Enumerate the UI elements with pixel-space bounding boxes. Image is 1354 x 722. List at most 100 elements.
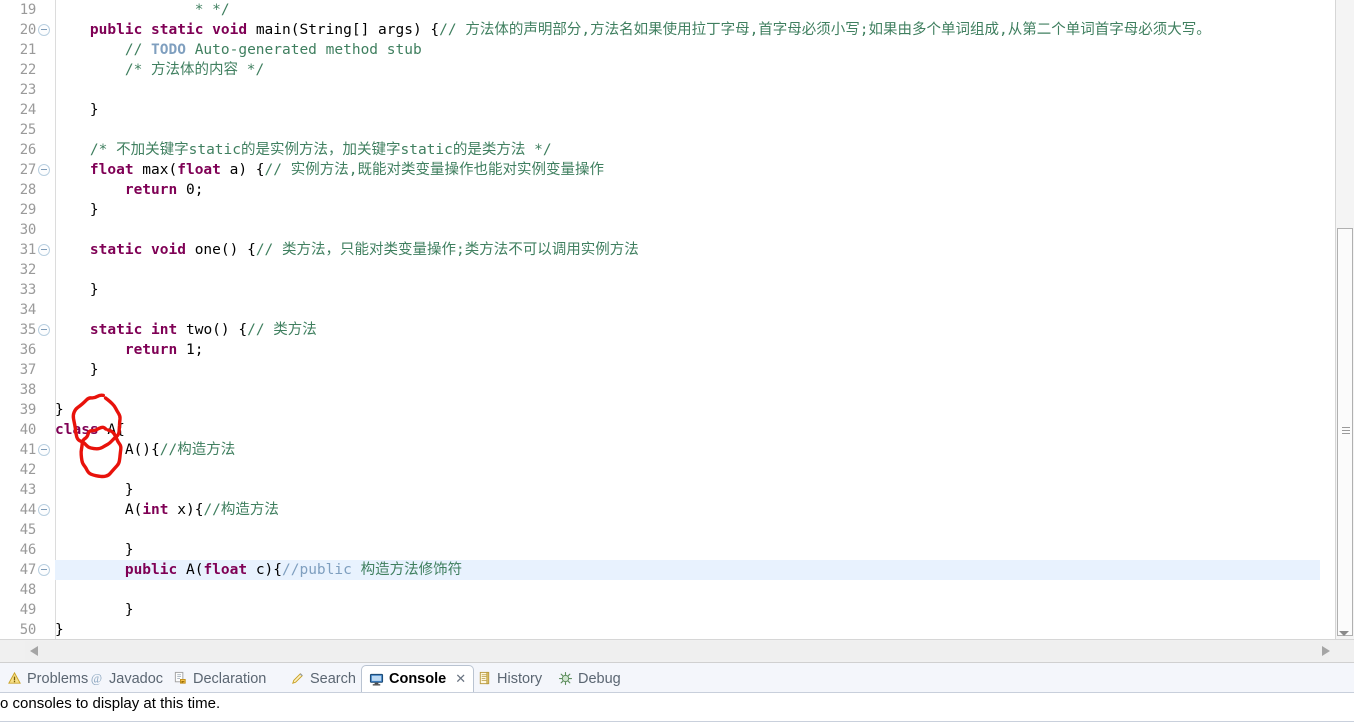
line-number: 29 <box>19 202 37 218</box>
line-number: 39 <box>19 402 37 418</box>
code-line[interactable]: 46 } <box>0 540 1354 560</box>
code-line[interactable]: 19 * */ <box>0 0 1354 20</box>
code-line[interactable]: 22 /* 方法体的内容 */ <box>0 60 1354 80</box>
tab-javadoc[interactable]: @ Javadoc <box>82 665 170 692</box>
code-token-plain: } <box>124 602 134 618</box>
line-number: 46 <box>19 542 37 558</box>
code-token-kw: void <box>212 22 248 38</box>
code-line-text: // TODO Auto-generated method stub <box>55 40 422 60</box>
code-line[interactable]: 36 return 1; <box>0 340 1354 360</box>
editor-horizontal-scrollbar[interactable] <box>0 639 1354 663</box>
code-line[interactable]: 40 class A{ <box>0 420 1354 440</box>
code-fold-collapse-icon[interactable] <box>38 444 50 456</box>
view-tab-bar[interactable]: Problems @ Javadoc Declaration Search Console… <box>0 663 1354 693</box>
code-token-cmt2: //public <box>282 562 352 578</box>
code-line[interactable]: 44 A(int x){//构造方法 <box>0 500 1354 520</box>
tab-declaration[interactable]: Declaration <box>166 665 273 692</box>
code-fold-collapse-icon[interactable] <box>38 244 50 256</box>
tab-history[interactable]: History <box>470 665 549 692</box>
code-token-kw: return <box>124 342 178 358</box>
code-line[interactable]: 21 // TODO Auto-generated method stub <box>0 40 1354 60</box>
code-token-kw: float <box>203 562 248 578</box>
code-token-cmt: Auto-generated method stub <box>185 42 422 58</box>
line-number: 43 <box>19 482 37 498</box>
code-line[interactable]: 42 <box>0 460 1354 480</box>
code-surface[interactable]: 19 * */20 public static void main(String… <box>0 0 1354 639</box>
code-fold-collapse-icon[interactable] <box>38 24 50 36</box>
scroll-right-arrow-icon[interactable] <box>1322 646 1330 656</box>
code-line[interactable]: 35 static int two() {// 类方法 <box>0 320 1354 340</box>
code-line[interactable]: 30 <box>0 220 1354 240</box>
javadoc-icon: @ <box>89 671 104 686</box>
code-line[interactable]: 32 <box>0 260 1354 280</box>
tab-debug[interactable]: Debug <box>551 665 628 692</box>
code-token-kw: public <box>89 22 143 38</box>
code-line[interactable]: 43 } <box>0 480 1354 500</box>
code-line-text: * */ <box>55 0 230 20</box>
code-token-plain: } <box>89 282 99 298</box>
code-token-plain: } <box>55 622 64 638</box>
line-number: 22 <box>19 62 37 78</box>
code-line[interactable]: 49 } <box>0 600 1354 620</box>
code-line[interactable]: 33 } <box>0 280 1354 300</box>
tab-label: Console <box>389 671 447 687</box>
code-token-plain: } <box>124 542 134 558</box>
code-line-text: A(int x){//构造方法 <box>55 500 279 520</box>
code-token-plain: } <box>89 102 99 118</box>
code-line[interactable]: 39} <box>0 400 1354 420</box>
tab-search[interactable]: Search <box>283 665 363 692</box>
line-number: 38 <box>19 382 37 398</box>
code-token-kw: int <box>142 502 169 518</box>
code-line-text: } <box>55 100 99 120</box>
tab-console[interactable]: Console ✕ <box>361 665 475 692</box>
code-token-plain: max( <box>133 162 178 178</box>
java-code-editor[interactable]: 19 * */20 public static void main(String… <box>0 0 1354 639</box>
line-number: 42 <box>19 462 37 478</box>
code-line-text: A(){//构造方法 <box>55 440 235 460</box>
code-line[interactable]: 29 } <box>0 200 1354 220</box>
code-line[interactable]: 47 public A(float c){//public 构造方法修饰符 <box>0 560 1354 580</box>
code-line[interactable]: 24 } <box>0 100 1354 120</box>
line-number: 26 <box>19 142 37 158</box>
code-line[interactable]: 41 A(){//构造方法 <box>0 440 1354 460</box>
code-line[interactable]: 31 static void one() {// 类方法，只能对类变量操作;类方… <box>0 240 1354 260</box>
code-line[interactable]: 25 <box>0 120 1354 140</box>
code-line[interactable]: 50} <box>0 620 1354 639</box>
code-fold-collapse-icon[interactable] <box>38 324 50 336</box>
vertical-scrollbar-thumb[interactable] <box>1337 228 1353 636</box>
code-token-kw: static <box>89 242 143 258</box>
code-line[interactable]: 45 <box>0 520 1354 540</box>
code-line[interactable]: 34 <box>0 300 1354 320</box>
code-line[interactable]: 38 <box>0 380 1354 400</box>
code-line[interactable]: 20 public static void main(String[] args… <box>0 20 1354 40</box>
editor-vertical-scrollbar[interactable] <box>1335 0 1354 639</box>
code-line-text: static int two() {// 类方法 <box>55 320 317 340</box>
code-token-kw: static <box>151 22 204 38</box>
code-line-text: } <box>55 280 99 300</box>
tab-label: Debug <box>578 670 621 687</box>
code-fold-collapse-icon[interactable] <box>38 504 50 516</box>
code-line[interactable]: 28 return 0; <box>0 180 1354 200</box>
code-line[interactable]: 48 <box>0 580 1354 600</box>
line-number: 37 <box>19 362 37 378</box>
code-line-text: float max(float a) {// 实例方法,既能对类变量操作也能对实… <box>55 160 604 180</box>
tab-problems[interactable]: Problems <box>0 665 95 692</box>
code-token-kw: return <box>124 182 178 198</box>
scroll-left-arrow-icon[interactable] <box>30 646 38 656</box>
code-token-kw: class <box>55 422 99 438</box>
code-line[interactable]: 23 <box>0 80 1354 100</box>
close-icon[interactable]: ✕ <box>455 671 466 687</box>
tab-label: Problems <box>27 670 89 687</box>
code-fold-collapse-icon[interactable] <box>38 564 50 576</box>
code-line-text: } <box>55 480 134 500</box>
scroll-down-arrow-icon[interactable] <box>1339 631 1349 636</box>
code-line[interactable]: 26 /* 不加关键字static的是实例方法，加关键字static的是类方法 … <box>0 140 1354 160</box>
horizontal-scrollbar-track[interactable] <box>25 641 1329 660</box>
code-token-plain: A(){ <box>124 442 160 458</box>
code-line-text: public A(float c){//public 构造方法修饰符 <box>55 560 462 580</box>
code-line[interactable]: 27 float max(float a) {// 实例方法,既能对类变量操作也… <box>0 160 1354 180</box>
code-fold-collapse-icon[interactable] <box>38 164 50 176</box>
code-line[interactable]: 37 } <box>0 360 1354 380</box>
line-number: 44 <box>19 502 37 518</box>
